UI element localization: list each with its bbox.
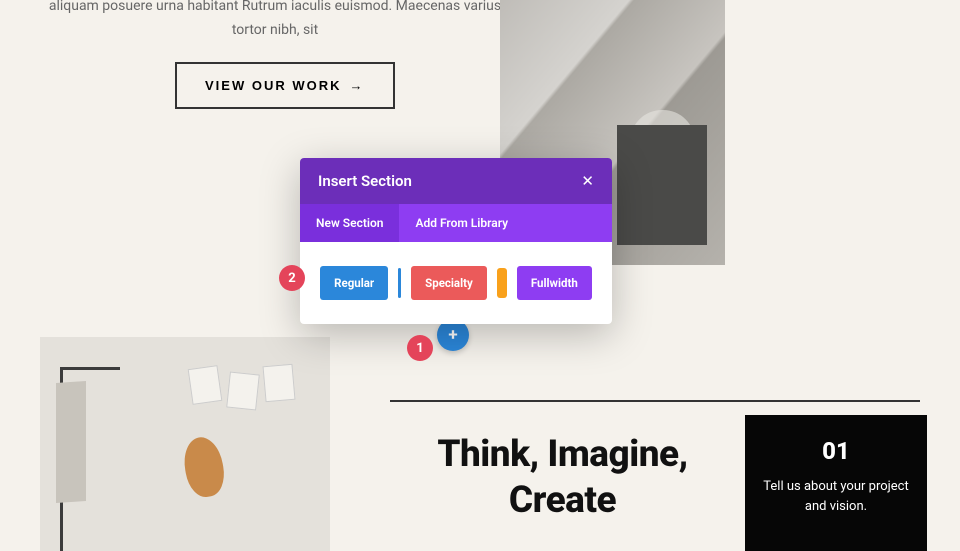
separator-orange: [497, 268, 507, 298]
hero-description: aliquam posuere urna habitant Rutrum iac…: [40, 0, 510, 43]
photo-shape: [188, 365, 223, 405]
modal-tabs: New Section Add From Library: [300, 204, 612, 242]
photo-shape: [262, 364, 295, 402]
hat-shape: [180, 434, 228, 500]
option-fullwidth[interactable]: Fullwidth: [517, 266, 592, 300]
modal-title: Insert Section: [318, 172, 412, 190]
annotation-marker-2: 2: [279, 265, 305, 291]
insert-section-modal: Insert Section ✕ New Section Add From Li…: [300, 158, 612, 324]
step-text: Tell us about your project and vision.: [763, 477, 909, 517]
tab-add-from-library[interactable]: Add From Library: [399, 204, 524, 242]
step-card-01: 01 Tell us about your project and vision…: [745, 415, 927, 551]
step-number: 01: [763, 437, 909, 465]
modal-body: Regular Specialty Fullwidth: [300, 242, 612, 324]
secondary-image: [40, 337, 330, 551]
tab-new-section[interactable]: New Section: [300, 204, 399, 242]
option-regular[interactable]: Regular: [320, 266, 388, 300]
close-icon[interactable]: ✕: [581, 174, 594, 189]
cta-label: VIEW OUR WORK: [205, 78, 342, 93]
option-specialty[interactable]: Specialty: [411, 266, 487, 300]
section-headline: Think, Imagine, Create: [390, 432, 735, 525]
cloth-shape: [56, 381, 86, 503]
separator-blue: [398, 268, 401, 298]
arrow-right-icon: →: [350, 78, 365, 93]
section-divider: [390, 400, 920, 402]
photo-shape: [226, 372, 260, 411]
modal-header: Insert Section ✕: [300, 158, 612, 204]
annotation-marker-1: 1: [407, 335, 433, 361]
view-work-button[interactable]: VIEW OUR WORK →: [175, 62, 395, 109]
